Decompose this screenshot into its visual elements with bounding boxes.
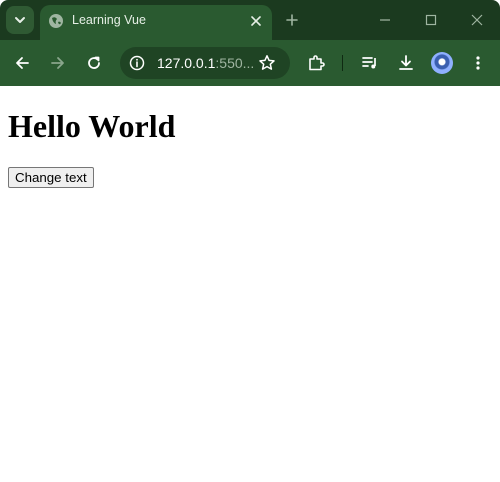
address-text: 127.0.0.1:550...	[157, 55, 254, 71]
address-host: 127.0.0.1	[157, 55, 216, 71]
forward-button[interactable]	[46, 51, 70, 75]
tab-active[interactable]: Learning Vue	[40, 5, 272, 40]
star-icon	[259, 55, 275, 70]
window-close-button[interactable]	[467, 10, 487, 30]
change-text-button[interactable]: Change text	[8, 167, 94, 188]
plus-icon	[286, 14, 298, 26]
toolbar-separator	[342, 55, 343, 71]
page-content: Hello World Change text	[0, 86, 500, 482]
avatar[interactable]	[431, 52, 453, 74]
browser-toolbar: 127.0.0.1:550...	[0, 40, 500, 86]
tab-strip: Learning Vue	[0, 0, 500, 40]
window-close-icon	[471, 14, 483, 26]
downloads-button[interactable]	[394, 51, 418, 75]
bookmark-button[interactable]	[256, 52, 278, 74]
kebab-menu-icon	[476, 56, 480, 70]
tab-title: Learning Vue	[72, 13, 146, 27]
site-info-button[interactable]	[127, 53, 147, 73]
back-arrow-icon	[16, 57, 29, 69]
minimize-button[interactable]	[375, 10, 395, 30]
globe-icon	[49, 14, 63, 28]
download-icon	[399, 55, 413, 70]
minimize-icon	[380, 19, 390, 21]
menu-button[interactable]	[466, 51, 490, 75]
new-tab-button[interactable]	[282, 10, 302, 30]
puzzle-icon	[309, 55, 325, 71]
close-icon	[251, 16, 261, 26]
back-button[interactable]	[10, 51, 34, 75]
browser-window: Learning Vue 127.0.0.1:550... Hello Worl…	[0, 0, 500, 482]
extensions-button[interactable]	[304, 51, 328, 75]
info-icon	[129, 55, 145, 71]
forward-arrow-icon	[51, 57, 64, 69]
media-controls-button[interactable]	[358, 51, 382, 75]
address-rest: :550...	[215, 55, 255, 71]
address-bar[interactable]: 127.0.0.1:550...	[120, 47, 290, 79]
page-heading: Hello World	[8, 108, 176, 144]
tab-search-button[interactable]	[6, 6, 34, 34]
media-queue-icon	[362, 57, 376, 69]
maximize-icon	[425, 14, 437, 26]
reload-button[interactable]	[82, 51, 106, 75]
tab-close-button[interactable]	[247, 12, 265, 30]
chevron-down-icon	[15, 17, 25, 23]
reload-icon	[88, 56, 100, 69]
maximize-button[interactable]	[421, 10, 441, 30]
